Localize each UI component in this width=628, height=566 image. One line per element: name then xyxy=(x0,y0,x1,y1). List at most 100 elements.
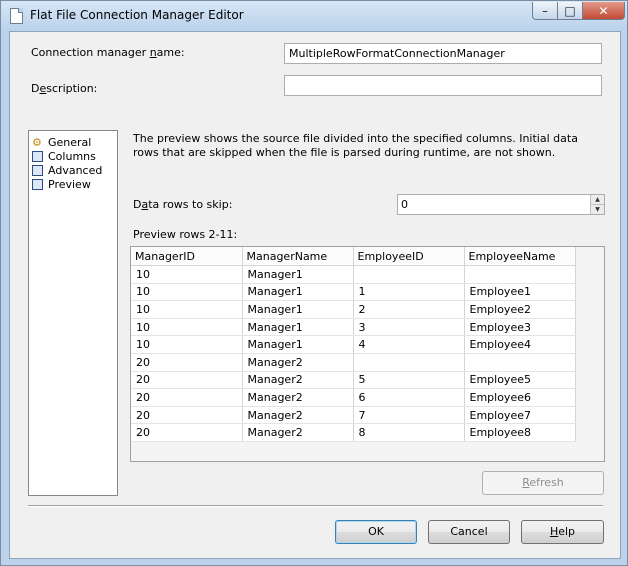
table-row: 20 Manager2 5 Employee5 xyxy=(131,371,576,390)
table-cell: Manager2 xyxy=(242,388,354,407)
table-row: 20 Manager2 8 Employee8 xyxy=(131,423,576,442)
grid-column-header[interactable]: EmployeeID xyxy=(353,247,465,266)
table-cell: 20 xyxy=(131,371,243,390)
table-cell: Employee3 xyxy=(464,318,576,337)
label-text: ta rows to skip: xyxy=(148,198,233,211)
ok-button[interactable]: OK xyxy=(335,520,417,544)
table-cell: Manager1 xyxy=(242,318,354,337)
table-cell xyxy=(464,265,576,284)
table-row: 10 Manager1 4 Employee4 xyxy=(131,335,576,354)
table-cell: Employee8 xyxy=(464,423,576,442)
document-icon xyxy=(10,8,23,24)
table-row: 20 Manager2 7 Employee7 xyxy=(131,406,576,425)
table-cell: 20 xyxy=(131,406,243,425)
window-title: Flat File Connection Manager Editor xyxy=(30,8,244,22)
table-cell: 6 xyxy=(353,388,465,407)
table-row: 20 Manager2 6 Employee6 xyxy=(131,388,576,407)
nav-item-label: Columns xyxy=(48,149,96,163)
table-cell: Employee7 xyxy=(464,406,576,425)
table-cell: Manager1 xyxy=(242,300,354,319)
grid-column-header[interactable]: ManagerName xyxy=(242,247,354,266)
table-cell: Manager2 xyxy=(242,353,354,372)
label-text: Connection manager xyxy=(31,46,150,59)
table-row: 10 Manager1 1 Employee1 xyxy=(131,283,576,302)
nav-item-preview[interactable]: Preview xyxy=(32,177,91,191)
nav-item-label: Preview xyxy=(48,177,91,191)
connection-name-input[interactable]: MultipleRowFormatConnectionManager xyxy=(284,43,602,64)
cancel-button[interactable]: Cancel xyxy=(428,520,510,544)
table-cell: Manager2 xyxy=(242,423,354,442)
table-cell: 2 xyxy=(353,300,465,319)
table-cell: Employee4 xyxy=(464,335,576,354)
table-cell: Employee5 xyxy=(464,371,576,390)
table-cell xyxy=(464,353,576,372)
preview-description: The preview shows the source file divide… xyxy=(133,132,578,159)
table-cell: 20 xyxy=(131,353,243,372)
grid-column-header[interactable]: EmployeeName xyxy=(464,247,576,266)
table-cell: 10 xyxy=(131,283,243,302)
maximize-button[interactable]: □ xyxy=(557,2,583,20)
table-cell: 1 xyxy=(353,283,465,302)
preview-rows-label: Preview rows 2-11: xyxy=(133,228,238,241)
table-cell xyxy=(353,353,465,372)
table-cell: Manager1 xyxy=(242,265,354,284)
preview-grid[interactable]: ManagerID ManagerName EmployeeID EmployeeNa… xyxy=(130,246,605,462)
nav-item-general[interactable]: ⚙ General xyxy=(32,135,91,149)
nav-item-advanced[interactable]: Advanced xyxy=(32,163,102,177)
page-navigation-list: ⚙ General Columns Advanced Preview xyxy=(28,130,118,496)
table-row: 20 Manager2 xyxy=(131,353,576,372)
table-cell: Manager1 xyxy=(242,283,354,302)
table-cell: Manager2 xyxy=(242,371,354,390)
rows-to-skip-label: Data rows to skip: xyxy=(133,198,232,211)
nav-item-columns[interactable]: Columns xyxy=(32,149,96,163)
button-accelerator: H xyxy=(549,525,559,538)
nav-item-label: Advanced xyxy=(48,163,103,177)
nav-item-label: General xyxy=(48,135,92,149)
button-text: efresh xyxy=(529,476,564,489)
table-row: 10 Manager1 xyxy=(131,265,576,284)
rows-to-skip-spinner[interactable]: 0 ▲ ▼ xyxy=(397,194,605,215)
table-cell xyxy=(353,265,465,284)
grid-body: 10 Manager1 10 Manager1 1 Employee1 10 Manager1… xyxy=(131,265,576,442)
refresh-button[interactable]: Refresh xyxy=(482,471,604,495)
general-icon: ⚙ xyxy=(32,135,42,149)
connection-name-label: Connection manager name: xyxy=(31,46,185,59)
table-row: 10 Manager1 2 Employee2 xyxy=(131,300,576,319)
table-cell: Employee2 xyxy=(464,300,576,319)
table-cell: 10 xyxy=(131,318,243,337)
table-cell: Employee6 xyxy=(464,388,576,407)
spin-up-icon[interactable]: ▲ xyxy=(591,195,604,204)
table-cell: Employee1 xyxy=(464,283,576,302)
grid-header-row: ManagerID ManagerName EmployeeID EmployeeNa… xyxy=(131,247,576,266)
grid-column-header[interactable]: ManagerID xyxy=(131,247,243,266)
table-cell: Manager1 xyxy=(242,335,354,354)
table-cell: 10 xyxy=(131,300,243,319)
columns-icon xyxy=(32,150,43,162)
table-cell: 10 xyxy=(131,335,243,354)
title-bar[interactable]: Flat File Connection Manager Editor – □ … xyxy=(1,1,627,29)
description-input[interactable] xyxy=(284,75,602,96)
close-button[interactable]: ✕ xyxy=(582,2,625,20)
table-row: 10 Manager1 3 Employee3 xyxy=(131,318,576,337)
preview-icon xyxy=(32,178,43,190)
rows-to-skip-value[interactable]: 0 xyxy=(401,198,408,211)
label-text: ame: xyxy=(156,46,185,59)
table-cell: 10 xyxy=(131,265,243,284)
separator xyxy=(28,505,603,507)
spinner-buttons: ▲ ▼ xyxy=(590,195,604,214)
table-cell: 20 xyxy=(131,423,243,442)
label-accelerator: n xyxy=(149,46,157,59)
table-cell: 7 xyxy=(353,406,465,425)
table-cell: Manager2 xyxy=(242,406,354,425)
minimize-button[interactable]: – xyxy=(532,2,558,20)
advanced-icon xyxy=(32,164,43,176)
table-cell: 5 xyxy=(353,371,465,390)
table-cell: 4 xyxy=(353,335,465,354)
label-text: scription: xyxy=(46,82,98,95)
help-button[interactable]: Help xyxy=(521,520,604,544)
table-cell: 3 xyxy=(353,318,465,337)
spin-down-icon[interactable]: ▼ xyxy=(591,204,604,214)
table-cell: 20 xyxy=(131,388,243,407)
description-label: Description: xyxy=(31,82,97,95)
table-cell: 8 xyxy=(353,423,465,442)
